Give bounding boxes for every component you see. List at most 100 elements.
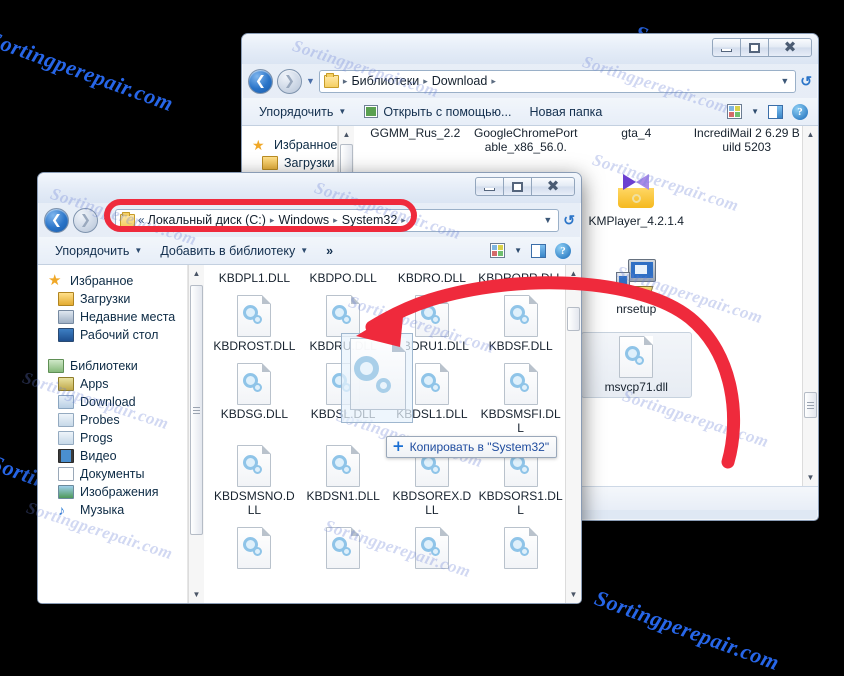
preview-pane-icon[interactable] [768, 105, 783, 119]
file-item[interactable] [388, 527, 477, 571]
front-navigation-pane: ★ Избранное Загрузки Недавние места Рабо… [38, 265, 188, 603]
breadcrumb-overflow-icon[interactable]: « [138, 213, 145, 227]
sidebar-item-favorites[interactable]: ★ Избранное [38, 272, 187, 290]
drop-tooltip-label: Копировать в "System32" [410, 440, 550, 454]
dll-gear-icon [326, 363, 360, 405]
chevron-down-icon[interactable]: ▼ [543, 215, 552, 225]
file-item[interactable] [299, 527, 388, 571]
toolbar-overflow-button[interactable]: » [317, 241, 342, 261]
sidebar-item-libraries[interactable]: Библиотеки [38, 357, 187, 375]
file-item-selected[interactable]: msvcp71.dll [581, 332, 692, 398]
file-item[interactable]: gta_4 [581, 126, 692, 154]
preview-pane-icon[interactable] [531, 244, 546, 258]
organize-button[interactable]: Упорядочить ▼ [250, 102, 355, 122]
scroll-down-icon[interactable]: ▼ [189, 586, 205, 603]
file-item[interactable]: KBDRU.DLL [299, 295, 388, 353]
file-item[interactable] [210, 527, 299, 571]
history-dropdown-icon[interactable]: ▼ [102, 215, 111, 225]
scroll-up-icon[interactable]: ▲ [339, 126, 355, 143]
file-item[interactable]: KBDRU1.DLL [388, 295, 477, 353]
organize-button[interactable]: Упорядочить ▼ [46, 241, 151, 261]
scroll-up-icon[interactable]: ▲ [189, 265, 205, 282]
minimize-button[interactable] [712, 38, 741, 57]
sidebar-item-download[interactable]: Download [38, 393, 187, 411]
back-button[interactable]: ❮ [248, 69, 273, 94]
sidebar-item-downloads[interactable]: Загрузки [242, 154, 337, 172]
front-navpane-scrollbar[interactable]: ▲ ▼ [188, 265, 204, 603]
breadcrumb-system32[interactable]: System32 [342, 213, 398, 227]
sidebar-item-desktop[interactable]: Рабочий стол [38, 326, 187, 344]
back-button[interactable]: ❮ [44, 208, 69, 233]
back-file-scrollbar[interactable]: ▲ ▼ [802, 126, 818, 486]
scroll-down-icon[interactable]: ▼ [803, 469, 819, 486]
close-button[interactable]: ✖ [531, 177, 575, 196]
scrollbar-thumb[interactable] [804, 392, 817, 418]
chevron-down-icon[interactable]: ▼ [514, 246, 522, 255]
file-item[interactable]: KBDRO.DLL [388, 271, 477, 285]
file-item[interactable]: KBDPL1.DLL [210, 271, 299, 285]
scroll-up-icon[interactable]: ▲ [803, 126, 819, 143]
file-item[interactable]: KBDSF.DLL [476, 295, 565, 353]
file-item[interactable]: KMPlayer_4.2.1.4 [581, 170, 692, 242]
front-window-titlebar[interactable]: ✖ [38, 173, 581, 203]
add-to-library-button[interactable]: Добавить в библиотеку ▼ [151, 241, 317, 261]
sidebar-item-recent-places[interactable]: Недавние места [38, 308, 187, 326]
help-icon[interactable]: ? [792, 104, 808, 120]
sidebar-item-progs[interactable]: Progs [38, 429, 187, 447]
forward-button[interactable]: ❯ [73, 208, 98, 233]
scrollbar-thumb[interactable] [190, 285, 203, 535]
scroll-up-icon[interactable]: ▲ [566, 265, 582, 282]
history-dropdown-icon[interactable]: ▼ [306, 76, 315, 86]
file-item[interactable] [476, 527, 565, 571]
scrollbar-thumb[interactable] [567, 307, 580, 331]
sidebar-item-music[interactable]: ♪ Музыка [38, 501, 187, 519]
sidebar-item-video[interactable]: Видео [38, 447, 187, 465]
chevron-down-icon[interactable]: ▼ [751, 107, 759, 116]
help-icon[interactable]: ? [555, 243, 571, 259]
sidebar-item-probes[interactable]: Probes [38, 411, 187, 429]
file-item[interactable]: GGMM_Rus_2.2 [360, 126, 471, 154]
address-bar[interactable]: ▸ Библиотеки ▸ Download ▸ ▼ [319, 70, 796, 93]
sidebar-item-apps[interactable]: Apps [38, 375, 187, 393]
breadcrumb-libraries[interactable]: Библиотеки [351, 74, 419, 88]
chevron-down-icon[interactable]: ▼ [780, 76, 789, 86]
minimize-button[interactable] [475, 177, 504, 196]
file-item[interactable]: KBDROST.DLL [210, 295, 299, 353]
address-bar[interactable]: « Локальный диск (C:) ▸ Windows ▸ System… [115, 209, 559, 232]
file-item[interactable]: KBDSG.DLL [210, 363, 299, 435]
breadcrumb-local-disk[interactable]: Локальный диск (C:) [148, 213, 266, 227]
back-window-titlebar[interactable]: ✖ [242, 34, 818, 64]
file-item[interactable]: KBDROPR.DLL [476, 271, 565, 285]
maximize-button[interactable] [503, 177, 532, 196]
forward-button[interactable]: ❯ [277, 69, 302, 94]
sidebar-item-favorites[interactable]: ★ Избранное [242, 136, 337, 154]
breadcrumb-windows[interactable]: Windows [278, 213, 329, 227]
scroll-down-icon[interactable]: ▼ [566, 586, 582, 603]
file-item[interactable]: KBDSMSFI.DLL [476, 363, 565, 435]
close-button[interactable]: ✖ [768, 38, 812, 57]
front-file-area[interactable]: KBDPL1.DLL KBDPO.DLL KBDRO.DLL KBDROPR.D… [204, 265, 565, 603]
change-view-icon[interactable] [727, 104, 742, 119]
sidebar-item-downloads[interactable]: Загрузки [38, 290, 187, 308]
open-with-button[interactable]: Открыть с помощью... [355, 102, 520, 122]
maximize-button[interactable] [740, 38, 769, 57]
system32-explorer-window[interactable]: ✖ ❮ ❯ ▼ « Локальный диск (C:) ▸ Windows … [37, 172, 582, 604]
file-item[interactable]: KBDSL1.DLL [388, 363, 477, 435]
new-folder-button[interactable]: Новая папка [520, 102, 611, 122]
sidebar-item-documents[interactable]: Документы [38, 465, 187, 483]
sidebar-item-pictures[interactable]: Изображения [38, 483, 187, 501]
file-item[interactable]: nrsetup [581, 258, 692, 316]
breadcrumb-download[interactable]: Download [432, 74, 488, 88]
change-view-icon[interactable] [490, 243, 505, 258]
library-music-icon: ♪ [58, 503, 74, 517]
file-item[interactable]: KBDSL.DLL [299, 363, 388, 435]
file-item[interactable]: GoogleChromePortable_x86_56.0. [471, 126, 582, 154]
file-item[interactable]: KBDSN1.DLL [299, 445, 388, 517]
refresh-icon[interactable]: ↺ [800, 73, 812, 90]
refresh-icon[interactable]: ↺ [563, 212, 575, 229]
file-item[interactable]: KBDSMSNO.DLL [210, 445, 299, 517]
file-item[interactable]: KBDPO.DLL [299, 271, 388, 285]
scrollbar-track[interactable] [803, 143, 819, 469]
front-file-scrollbar[interactable]: ▲ ▼ [565, 265, 581, 603]
file-item[interactable]: IncrediMail 2 6.29 Build 5203 [692, 126, 803, 154]
